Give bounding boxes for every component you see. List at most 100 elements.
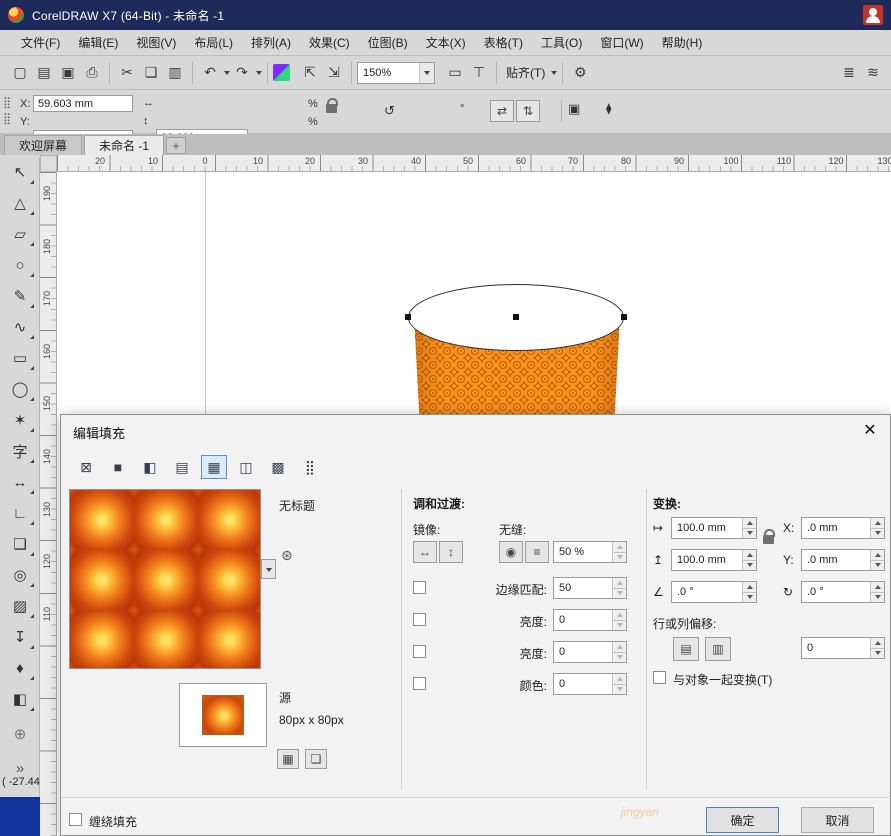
mirror-vertical-tile-button[interactable]: ↕ (439, 541, 463, 563)
freehand-tool[interactable]: ✎ (4, 282, 36, 310)
zoom-level-combo[interactable]: 150% (357, 62, 435, 84)
menu-file[interactable]: 文件(F) (12, 30, 69, 55)
connector-tool[interactable]: ∟ (4, 499, 36, 527)
color-field[interactable]: 0 (553, 673, 627, 695)
redo-icon[interactable]: ↷ (230, 61, 254, 85)
menu-layout[interactable]: 布局(L) (185, 30, 242, 55)
vector-pattern-fill-button[interactable]: ▤ (169, 455, 195, 479)
cancel-button[interactable]: 取消 (801, 807, 874, 833)
edge-match-checkbox[interactable] (413, 581, 426, 594)
property-bar-handle[interactable]: ⣿ (3, 96, 11, 109)
drop-shadow-tool[interactable]: ❏ (4, 530, 36, 558)
ok-button[interactable]: 确定 (706, 807, 779, 833)
edge-match-field[interactable]: 50 (553, 577, 627, 599)
add-tools-button[interactable]: ⊕ (4, 720, 36, 748)
menu-window[interactable]: 窗口(W) (591, 30, 652, 55)
redo-dropdown-icon[interactable] (256, 71, 262, 78)
uniform-fill-button[interactable]: ■ (105, 455, 131, 479)
layer-icon[interactable]: ▣ (568, 101, 580, 117)
transparency-tool[interactable]: ▨ (4, 592, 36, 620)
options-icon[interactable]: ⚙ (568, 61, 592, 85)
snap-to-dropdown-icon[interactable] (551, 71, 557, 78)
show-rulers-icon[interactable]: ⊤ (467, 61, 491, 85)
bitmap-pattern-fill-button[interactable]: ▦ (201, 455, 227, 479)
undo-icon[interactable]: ↶ (198, 61, 222, 85)
cut-icon[interactable]: ✂ (115, 61, 139, 85)
pick-tool[interactable]: ↖ (4, 158, 36, 186)
create-from-document-button[interactable]: ▦ (277, 749, 299, 769)
two-color-pattern-fill-button[interactable]: ◫ (233, 455, 259, 479)
radial-blend-button[interactable]: ◉ (499, 541, 523, 563)
interactive-fill-tool[interactable]: ◧ (4, 685, 36, 713)
import-icon[interactable]: ⇱ (298, 61, 322, 85)
menu-text[interactable]: 文本(X) (417, 30, 475, 55)
brightness-checkbox[interactable] (413, 613, 426, 626)
polygon-tool[interactable]: ✶ (4, 406, 36, 434)
menu-table[interactable]: 表格(T) (475, 30, 532, 55)
offset-amount-field[interactable]: 0 (801, 637, 885, 659)
color-eyedropper-tool[interactable]: ↧ (4, 623, 36, 651)
pattern-source-icon[interactable]: ⊛ (281, 547, 293, 564)
brightness-field[interactable]: 0 (553, 609, 627, 631)
color-checkbox[interactable] (413, 677, 426, 690)
size-lock-icon[interactable] (763, 535, 774, 544)
crop-tool[interactable]: ▱ (4, 220, 36, 248)
luminance-field[interactable]: 0 (553, 641, 627, 663)
transform-y-field[interactable]: .0 mm (801, 549, 885, 571)
mirror-horizontal-button[interactable]: ⇄ (490, 100, 514, 122)
user-account-icon[interactable] (863, 5, 883, 25)
transform-x-field[interactable]: .0 mm (801, 517, 885, 539)
application-launcher-icon[interactable] (273, 64, 290, 81)
shape-tool[interactable]: △ (4, 189, 36, 217)
row-offset-button[interactable]: ▤ (673, 637, 699, 661)
paste-icon[interactable]: ▥ (163, 61, 187, 85)
zoom-tool[interactable]: ○ (4, 251, 36, 279)
docker-handle-icon[interactable]: ⣿ (3, 112, 11, 125)
menu-effects[interactable]: 效果(C) (300, 30, 359, 55)
menu-arrange[interactable]: 排列(A) (242, 30, 300, 55)
rectangle-tool[interactable]: ▭ (4, 344, 36, 372)
mirror-vertical-button[interactable]: ⇅ (516, 100, 540, 122)
fountain-fill-button[interactable]: ◧ (137, 455, 163, 479)
pattern-preview[interactable] (69, 489, 261, 669)
transform-with-object-checkbox[interactable] (653, 671, 666, 684)
artistic-media-tool[interactable]: ∿ (4, 313, 36, 341)
vertical-ruler[interactable]: 190 180 170 160 150 140 130 120 110 (40, 172, 57, 836)
rotate-field[interactable]: .0 ° (801, 581, 885, 603)
menu-help[interactable]: 帮助(H) (653, 30, 712, 55)
tab-document-1[interactable]: 未命名 -1 (84, 135, 164, 155)
pattern-picker-dropdown[interactable] (261, 559, 276, 579)
menu-view[interactable]: 视图(V) (127, 30, 185, 55)
seamless-amount-field[interactable]: 50 % (553, 541, 627, 563)
selection-handle-right[interactable] (621, 314, 627, 320)
open-icon[interactable]: ▤ (32, 61, 56, 85)
menu-bitmaps[interactable]: 位图(B) (359, 30, 417, 55)
horizontal-ruler[interactable]: 20 10 0 10 20 30 40 50 60 70 80 90 100 1… (57, 155, 891, 172)
luminance-checkbox[interactable] (413, 645, 426, 658)
skew-field[interactable]: .0 ° (671, 581, 757, 603)
scale-lock-icon[interactable] (326, 104, 337, 113)
menu-tools[interactable]: 工具(O) (532, 30, 591, 55)
no-fill-button[interactable]: ⊠ (73, 455, 99, 479)
ruler-origin-button[interactable] (40, 155, 57, 172)
contour-tool[interactable]: ◎ (4, 561, 36, 589)
export-icon[interactable]: ⇲ (322, 61, 346, 85)
linear-blend-button[interactable]: ≡ (525, 541, 549, 563)
align-distribute-icon[interactable]: ≋ (861, 61, 885, 85)
save-icon[interactable]: ▣ (56, 61, 80, 85)
create-from-file-button[interactable]: ❏ (305, 749, 327, 769)
copy-icon[interactable]: ❏ (139, 61, 163, 85)
object-x-field[interactable]: 59.603 mm (33, 95, 133, 112)
column-offset-button[interactable]: ▥ (705, 637, 731, 661)
tab-welcome-screen[interactable]: 欢迎屏幕 (4, 135, 82, 155)
new-document-icon[interactable]: ▢ (8, 61, 32, 85)
fill-height-field[interactable]: 100.0 mm (671, 549, 757, 571)
fill-width-field[interactable]: 100.0 mm (671, 517, 757, 539)
print-icon[interactable]: ⎙ (80, 61, 104, 85)
fullscreen-preview-icon[interactable]: ▭ (443, 61, 467, 85)
new-tab-button[interactable]: + (166, 137, 186, 154)
ellipse-tool[interactable]: ◯ (4, 375, 36, 403)
selection-handle-left[interactable] (405, 314, 411, 320)
snap-to-label[interactable]: 贴齐(T) (502, 64, 549, 81)
close-icon[interactable]: ✕ (860, 420, 880, 440)
